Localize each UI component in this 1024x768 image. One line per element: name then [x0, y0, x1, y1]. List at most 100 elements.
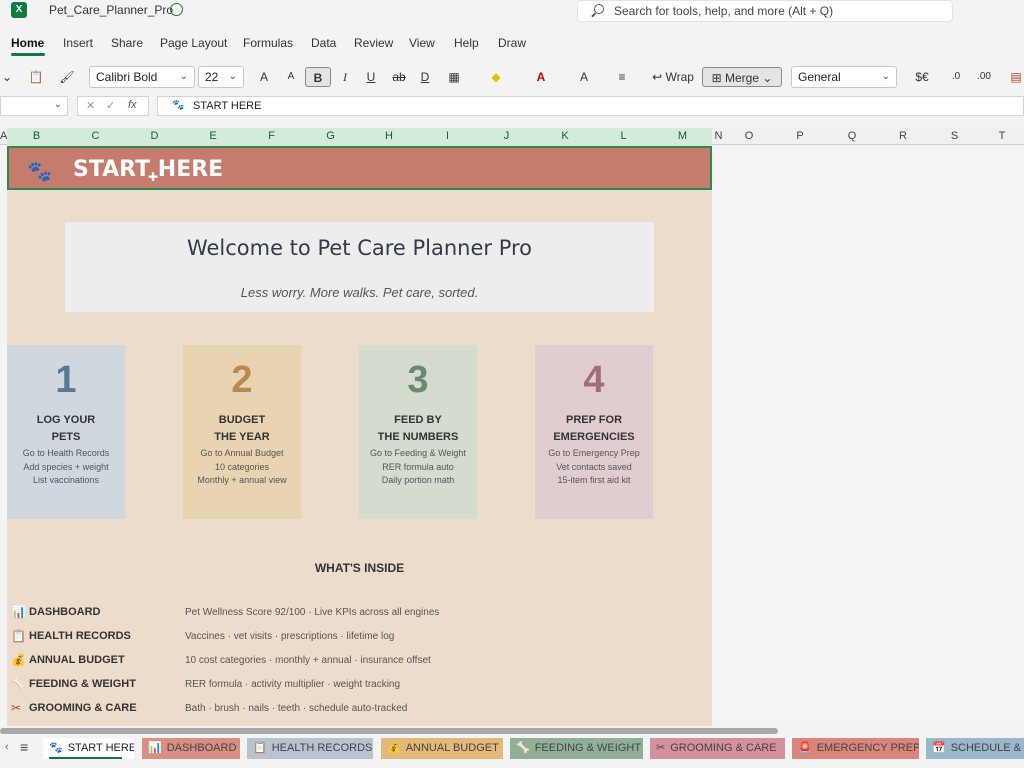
align-icon[interactable]: ≡ [607, 67, 637, 87]
sheet-tab-annual-budget[interactable]: 💰 ANNUAL BUDGET [381, 738, 503, 759]
font-size-dropdown[interactable]: 22 ⌄ [198, 66, 244, 88]
column-header[interactable]: P [773, 128, 827, 145]
step-description: Go to Emergency Prep Vet contacts saved 15… [548, 448, 640, 485]
column-header[interactable]: Q [827, 128, 877, 145]
menu-share[interactable]: Share [111, 36, 143, 50]
insert-function-button[interactable]: fx [128, 99, 137, 111]
whats-inside-heading: WHAT'S INSIDE [314, 561, 405, 575]
worksheet-grid[interactable]: 🐾 START HERE ✚ Welcome to Pet Care Plann… [0, 145, 1024, 726]
number-format-dropdown[interactable]: General ⌄ [791, 66, 897, 88]
menu-home[interactable]: Home [11, 36, 44, 50]
excel-icon[interactable]: X [11, 2, 27, 18]
list-item-description: Vaccines · vet visits · prescriptions · … [185, 631, 395, 642]
font-name-dropdown[interactable]: Calibri Bold ⌄ [89, 66, 195, 88]
merge-icon: ⊞ [711, 71, 722, 85]
formula-input[interactable]: 🐾 START HERE [157, 96, 1024, 116]
ribbon: ⌄ 📋 🖌 Calibri Bold ⌄ 22 ⌄ A A B I U ab D… [0, 60, 1024, 94]
menu-page-layout[interactable]: Page Layout [160, 36, 227, 50]
sheet-tab-schedule[interactable]: 📅 SCHEDULE & R [926, 738, 1024, 759]
borders-icon[interactable]: ▦ [441, 67, 467, 87]
sheet-tab-feeding-weight[interactable]: 🦴 FEEDING & WEIGHT [510, 738, 643, 759]
autosave-icon[interactable] [170, 3, 183, 16]
step-card-1[interactable]: 1 LOG YOUR PETS Go to Health Records Add s… [7, 345, 125, 519]
sheet-tab-emergency-prep[interactable]: 🚨 EMERGENCY PREP [792, 738, 919, 759]
wrap-text-button[interactable]: ↩ Wrap [648, 67, 698, 87]
font-color-icon[interactable]: A [531, 67, 551, 87]
double-underline-icon[interactable]: D [415, 67, 435, 87]
column-header[interactable]: H [360, 128, 418, 145]
conditional-format-icon[interactable]: ▤ [1008, 67, 1024, 87]
step-title: PREP FOR EMERGENCIES [553, 414, 635, 443]
enter-icon[interactable]: ✓ [106, 99, 115, 112]
currency-button[interactable]: $€ [907, 67, 937, 87]
menu-formulas[interactable]: Formulas [243, 36, 293, 50]
menu-view[interactable]: View [409, 36, 435, 50]
list-item-name: ANNUAL BUDGET [29, 654, 125, 666]
step-card-4[interactable]: 4 PREP FOR EMERGENCIES Go to Emergency Pr… [535, 345, 653, 519]
sheet-tab-start-here[interactable]: 🐾 START HERE [43, 738, 134, 759]
column-header[interactable]: R [877, 128, 929, 145]
document-title[interactable]: Pet_Care_Planner_Pro [49, 3, 173, 17]
undo-chevron-icon[interactable]: ⌄ [0, 67, 14, 87]
decrease-font-icon[interactable]: A [281, 67, 301, 87]
column-header[interactable]: M [653, 128, 712, 145]
column-header[interactable]: I [418, 128, 477, 145]
welcome-box[interactable]: Welcome to Pet Care Planner Pro Less wor… [65, 222, 654, 312]
underline-button[interactable]: U [361, 67, 381, 87]
column-header[interactable]: T [980, 128, 1024, 145]
active-menu-indicator [11, 53, 45, 56]
column-header[interactable]: B [7, 128, 66, 145]
column-header[interactable]: C [66, 128, 125, 145]
menu-draw[interactable]: Draw [498, 36, 526, 50]
decrease-decimal-icon[interactable]: .00 [974, 67, 994, 87]
column-header[interactable]: G [301, 128, 360, 145]
start-here-banner-cell[interactable]: 🐾 START HERE ✚ [7, 146, 712, 190]
sheet-tab-health-records[interactable]: 📋 HEALTH RECORDS [247, 738, 373, 759]
all-sheets-menu-icon[interactable]: ≡ [20, 739, 28, 755]
menu-review[interactable]: Review [354, 36, 393, 50]
search-input[interactable]: Search for tools, help, and more (Alt + … [577, 0, 953, 22]
sheet-tab-grooming-care[interactable]: ✂ GROOMING & CARE [650, 738, 785, 759]
menu-data[interactable]: Data [311, 36, 336, 50]
cell-cursor-icon: ✚ [148, 170, 159, 184]
column-header[interactable]: K [536, 128, 594, 145]
column-header[interactable]: S [929, 128, 980, 145]
chevron-left-icon[interactable]: ‹ [5, 741, 9, 753]
calendar-icon: 📅 [932, 742, 946, 754]
increase-font-icon[interactable]: A [254, 67, 274, 87]
bold-button[interactable]: B [305, 67, 331, 87]
sheet-tab-dashboard[interactable]: 📊 DASHBOARD [142, 738, 240, 759]
column-header[interactable]: J [477, 128, 536, 145]
merge-button[interactable]: ⊞ Merge ⌄ [702, 67, 782, 87]
column-header[interactable]: E [184, 128, 242, 145]
paste-icon[interactable]: 📋 [22, 67, 50, 87]
list-item-name: GROOMING & CARE [29, 702, 137, 714]
name-box[interactable]: ⌄ [0, 96, 68, 116]
text-effects-icon[interactable]: A [573, 67, 595, 87]
format-painter-icon[interactable]: 🖌 [58, 67, 76, 87]
scrollbar-thumb[interactable] [0, 728, 778, 734]
welcome-tagline: Less worry. More walks. Pet care, sorted… [240, 285, 479, 300]
column-header[interactable]: L [594, 128, 653, 145]
clipboard-icon: 📋 [11, 629, 26, 643]
strikethrough-button[interactable]: ab [388, 67, 410, 87]
menu-help[interactable]: Help [454, 36, 479, 50]
cancel-icon[interactable]: ✕ [86, 99, 95, 112]
increase-decimal-icon[interactable]: .0 [946, 67, 966, 87]
chevron-down-icon: ⌄ [53, 99, 62, 110]
step-card-3[interactable]: 3 FEED BY THE NUMBERS Go to Feeding & Wei… [359, 345, 477, 519]
list-item-description: Bath · brush · nails · teeth · schedule … [185, 703, 408, 714]
column-header[interactable]: A [0, 128, 7, 145]
column-header[interactable]: N [712, 128, 725, 145]
column-header[interactable]: D [125, 128, 184, 145]
fill-color-icon[interactable]: ◆ [486, 67, 506, 87]
italic-button[interactable]: I [335, 67, 355, 87]
step-card-2[interactable]: 2 BUDGET THE YEAR Go to Annual Budget 10 c… [183, 345, 301, 519]
menu-insert[interactable]: Insert [63, 36, 93, 50]
column-header[interactable]: O [725, 128, 773, 145]
horizontal-scrollbar[interactable] [0, 726, 1024, 736]
step-title: FEED BY THE NUMBERS [377, 414, 459, 443]
wrap-label: Wrap [665, 70, 694, 84]
column-header[interactable]: F [242, 128, 301, 145]
step-number: 1 [55, 359, 77, 401]
